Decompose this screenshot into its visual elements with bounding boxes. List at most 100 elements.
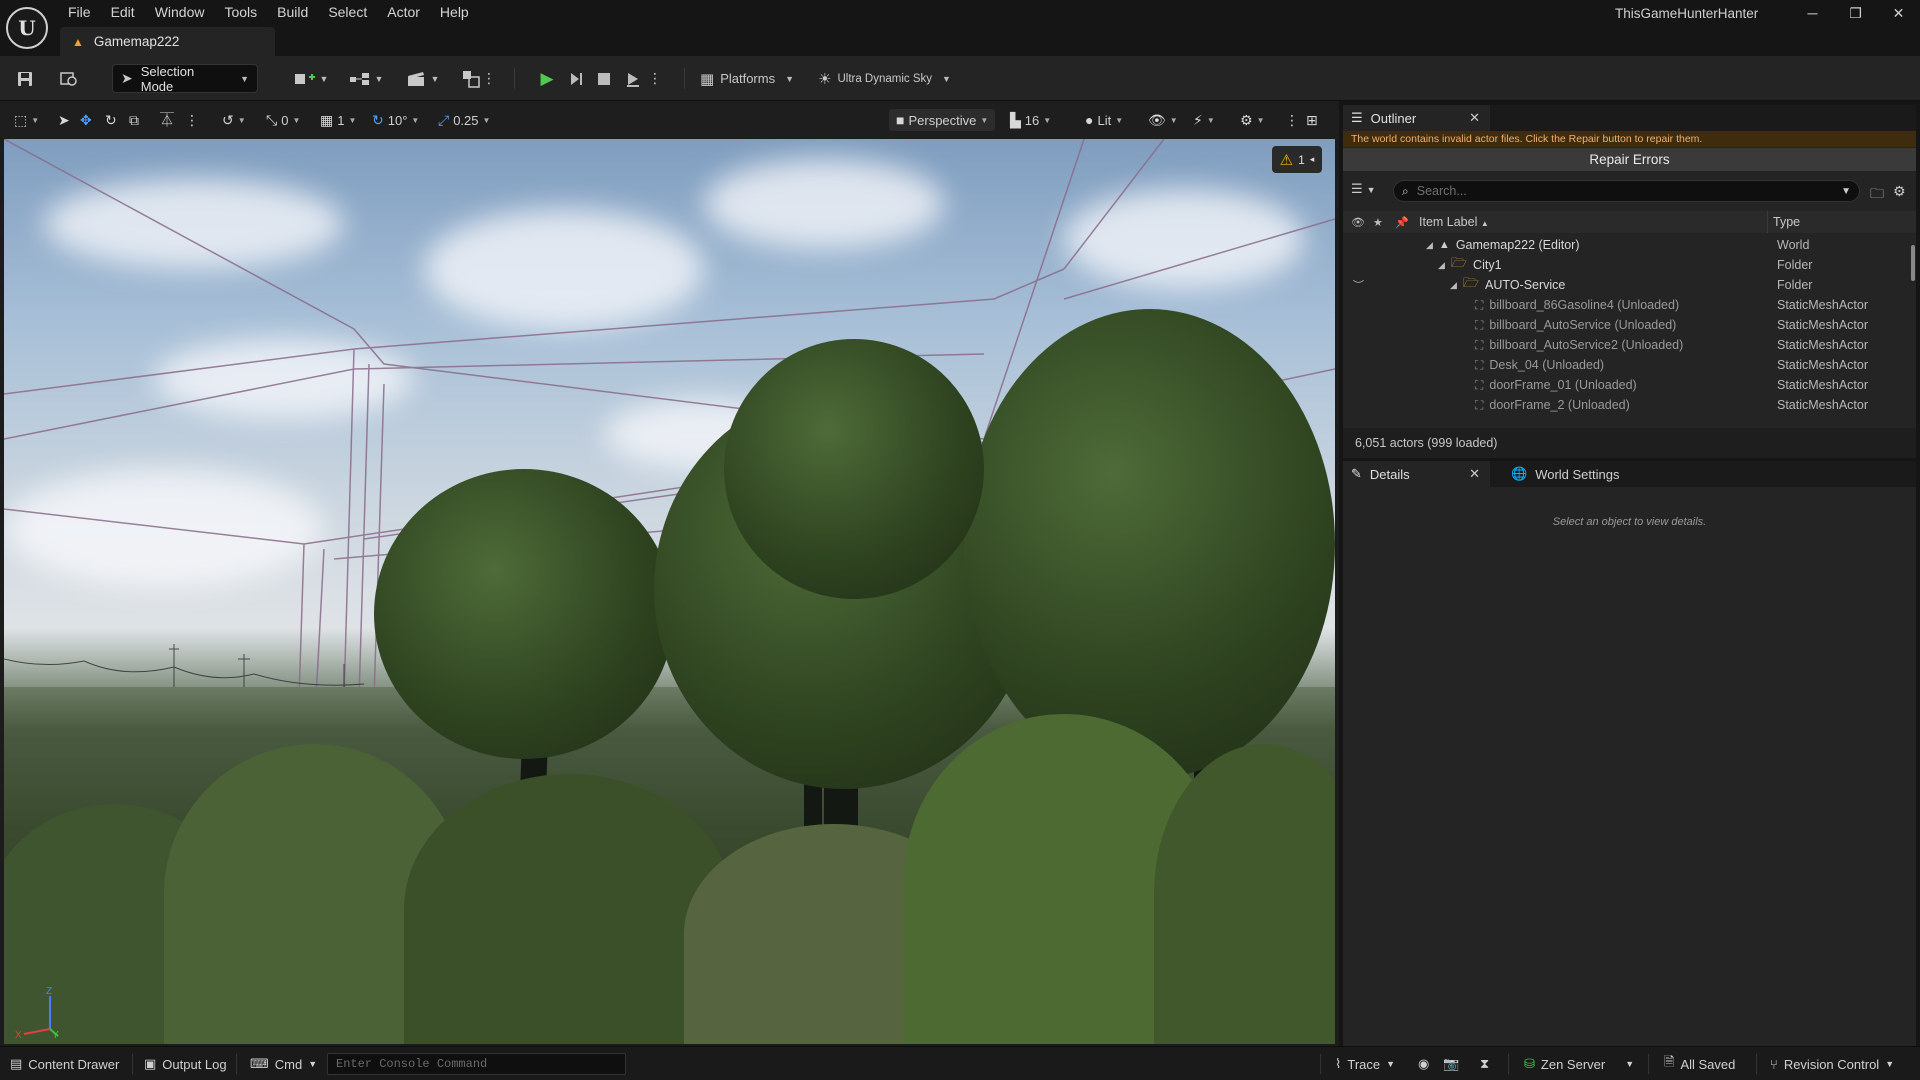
trace-dropdown[interactable]: ⌇ Trace ▼ [1335,1053,1395,1075]
browse-level-icon[interactable] [55,64,83,93]
menu-window[interactable]: Window [145,2,215,22]
blueprint-icon[interactable]: ▼ [346,64,386,93]
unreal-engine-logo[interactable]: U [6,7,48,49]
table-row[interactable]: ◢ ▲ Gamemap222 (Editor) World [1343,235,1910,255]
stop-icon[interactable] [590,64,618,93]
viewport-scene[interactable]: Z X Y [4,139,1335,1044]
menu-select[interactable]: Select [318,2,377,22]
angle-snap-toggle[interactable]: ↻ 10° ▼ [372,109,419,131]
output-log-button[interactable]: ▣ Output Log [144,1053,227,1075]
table-row[interactable]: ⛶ billboard_AutoService2 (Unloaded) Stati… [1343,335,1910,355]
column-divider[interactable] [1767,211,1768,233]
modeling-icon[interactable] [457,64,485,93]
ultra-dynamic-sky-dropdown[interactable]: ☀ Ultra Dynamic Sky ▼ [818,64,951,93]
minimize-icon[interactable]: ─ [1791,0,1834,26]
play-options-icon[interactable]: ⋮ [648,64,662,93]
menu-tools[interactable]: Tools [214,2,267,22]
menu-build[interactable]: Build [267,2,318,22]
console-command-input[interactable] [328,1054,625,1074]
row-label: Desk_04 (Unloaded) [1489,358,1605,372]
tab-outliner[interactable]: ☰ Outliner ✕ [1343,105,1490,131]
viewport-warning-badge[interactable]: ⚠ 1 ◂ [1272,146,1322,173]
table-row[interactable]: ⛶ billboard_86Gasoline4 (Unloaded) Static… [1343,295,1910,315]
menu-actor[interactable]: Actor [377,2,430,22]
table-row[interactable]: ◢ 🗁 City1 Folder [1343,255,1910,275]
all-saved-button[interactable]: 🗎 All Saved [1664,1053,1735,1075]
close-icon[interactable]: ✕ [1469,110,1480,126]
star-icon[interactable]: ★ [1373,216,1383,229]
tab-world-settings[interactable]: 🌐 World Settings [1503,461,1683,487]
console-command-box[interactable] [327,1053,626,1075]
outliner-search-box[interactable]: ⌕ ▼ [1393,180,1860,202]
cmd-dropdown[interactable]: ⌨ Cmd ▼ [250,1053,317,1075]
save-icon[interactable] [11,64,39,93]
viewport-options-dropdown[interactable]: ⬚ ▼ [14,109,39,131]
lit-dropdown[interactable]: ● Lit ▼ [1085,109,1123,131]
visibility-icon[interactable]: ︶ [1353,277,1364,293]
step-icon[interactable] [562,64,590,93]
menu-help[interactable]: Help [430,2,479,22]
rotation-snap-toggle[interactable]: ⤡ 0 ▼ [266,109,300,131]
menu-edit[interactable]: Edit [101,2,145,22]
scale-tool-icon[interactable]: ⧉ [129,109,139,131]
platforms-dropdown[interactable]: ▦ Platforms ▼ [700,64,794,93]
divider [1320,1054,1321,1074]
warning-icon: ⚠ [1279,151,1294,169]
menu-file[interactable]: File [58,2,101,22]
more-options-icon[interactable]: ⋮ [482,64,496,93]
gear-icon[interactable]: ⚙ [1893,183,1906,200]
translate-tool-icon[interactable]: ✥ [80,109,92,131]
table-row[interactable]: ⛶ doorFrame_2 (Unloaded) StaticMeshActor [1343,395,1910,415]
add-folder-icon[interactable]: 🗀 [1870,183,1884,207]
table-row[interactable]: ⛶ doorFrame_01 (Unloaded) StaticMeshActor [1343,375,1910,395]
table-row[interactable]: ⛶ Desk_04 (Unloaded) StaticMeshActor [1343,355,1910,375]
tab-details[interactable]: ✎ Details ✕ [1343,461,1490,487]
toolbar-divider [684,68,685,89]
viewport-more-icon[interactable]: ⋮ [1285,109,1299,131]
zen-server-dropdown[interactable]: ⛁ Zen Server ▼ [1524,1053,1634,1075]
perspective-dropdown[interactable]: ■ Perspective ▼ [889,109,996,131]
eject-icon[interactable] [619,64,647,93]
surface-snap-icon[interactable]: ⏄ [160,109,174,131]
cinematics-icon[interactable]: ▼ [403,64,443,93]
show-flags-dropdown[interactable]: 👁 ▼ [1148,109,1178,131]
close-icon[interactable]: ✕ [1469,466,1480,482]
chevron-down-icon[interactable]: ◢ [1426,240,1433,251]
outliner-scrollbar[interactable] [1910,235,1916,428]
record-icon[interactable]: ◉ [1418,1053,1429,1075]
settings-dropdown[interactable]: ⚙ ▼ [1240,109,1264,131]
screenshot-icon[interactable]: 📷 [1443,1053,1459,1075]
eye-icon[interactable]: 👁 [1351,216,1365,229]
content-drawer-button[interactable]: ▤ Content Drawer [10,1053,119,1075]
select-tool-icon[interactable]: ➤ [58,109,70,131]
performance-dropdown[interactable]: ⚡ ▼ [1193,109,1215,131]
grid-snap-toggle[interactable]: ▦ 1 ▼ [320,109,356,131]
add-actor-icon[interactable]: ▼ [293,64,329,93]
chevron-down-icon[interactable]: ◢ [1450,280,1457,291]
camera-speed-dropdown[interactable]: ▙ 16 ▼ [1010,109,1051,131]
pin-icon[interactable]: 📌 [1395,216,1409,229]
column-type[interactable]: Type [1773,215,1800,229]
layout-icon[interactable]: ⊞ [1306,109,1318,131]
table-row[interactable]: ⛶ billboard_AutoService (Unloaded) Static… [1343,315,1910,335]
repair-errors-button[interactable]: Repair Errors [1343,148,1916,171]
play-icon[interactable]: ▶ [533,64,561,93]
selection-mode-dropdown[interactable]: ➤ Selection Mode ▼ [112,64,258,94]
scale-snap-toggle[interactable]: ⤢ 0.25 ▼ [438,109,490,131]
document-tab[interactable]: ▲ Gamemap222 [60,27,275,56]
column-item-label[interactable]: Item Label ▲ [1419,215,1489,229]
coordinate-space-dropdown[interactable]: ↺ ▼ [222,109,246,131]
derived-data-icon[interactable]: ⧗ [1480,1053,1489,1075]
rotate-tool-icon[interactable]: ↻ [105,109,117,131]
chevron-down-icon[interactable]: ◢ [1438,260,1445,271]
filter-dropdown[interactable]: ☰ ▼ [1351,181,1383,201]
scrollbar-thumb[interactable] [1911,245,1915,281]
outliner-search-input[interactable] [1416,184,1827,198]
revision-control-dropdown[interactable]: ⑂ Revision Control ▼ [1770,1053,1894,1075]
close-icon[interactable]: ✕ [1877,0,1920,26]
row-type: StaticMeshActor [1777,358,1869,372]
table-row[interactable]: ︶ ◢ 🗁 AUTO-Service Folder [1343,275,1910,295]
more-tools-icon[interactable]: ⋮ [185,109,199,131]
restore-icon[interactable]: ❐ [1834,0,1877,26]
level-viewport[interactable]: ⬚ ▼ ➤ ✥ ↻ ⧉ ⏄ ⋮ ↺ ▼ ⤡ 0 ▼ ▦ 1 ▼ ↻ 10° ▼ ⤢ 0.2… [0,101,1339,1046]
